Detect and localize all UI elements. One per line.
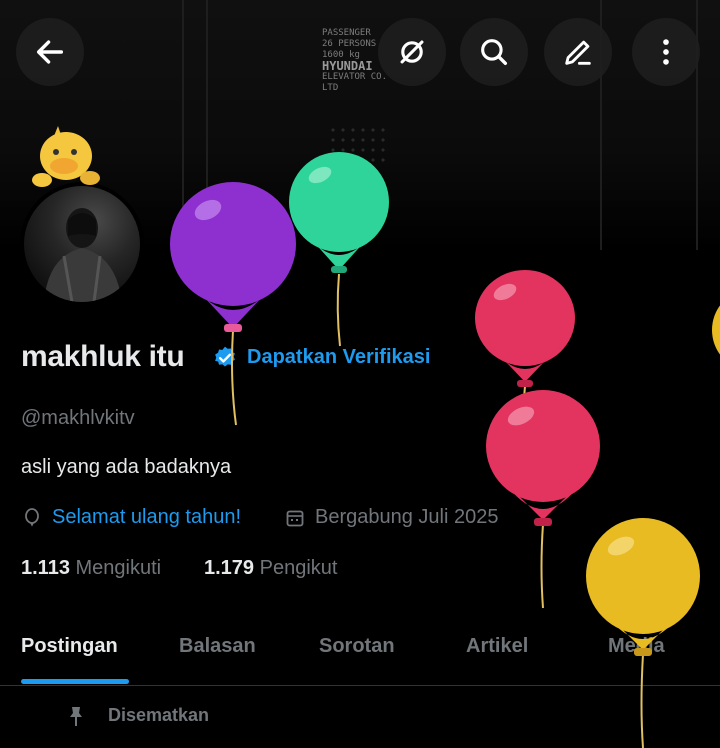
yellow-balloon xyxy=(712,305,720,355)
search-icon xyxy=(481,39,508,66)
tab-replies[interactable]: Balasan xyxy=(179,635,256,658)
avatar-photo xyxy=(24,186,140,302)
duck-sticker xyxy=(32,126,100,187)
following-stat[interactable]: 1.113 Mengikuti xyxy=(21,557,161,580)
tab-highlights[interactable]: Sorotan xyxy=(319,635,395,658)
tab-posts[interactable]: Postingan xyxy=(21,635,118,658)
red-balloon xyxy=(486,390,600,609)
pin-icon xyxy=(70,707,82,726)
profile-bio: asli yang ada badaknya xyxy=(21,456,232,478)
following-label: Mengikuti xyxy=(75,557,162,579)
pencil-icon xyxy=(565,40,591,65)
active-tab-indicator xyxy=(21,679,129,684)
more-vertical-icon xyxy=(663,39,669,65)
search-button[interactable] xyxy=(460,18,528,86)
green-balloon xyxy=(289,152,389,347)
back-button[interactable] xyxy=(16,18,84,86)
followers-stat[interactable]: 1.179 Pengikut xyxy=(204,557,337,580)
purple-balloon xyxy=(170,182,296,426)
calendar-icon xyxy=(286,510,304,527)
notification-button[interactable] xyxy=(378,18,446,86)
pinned-label: Disematkan xyxy=(108,705,210,725)
balloon-icon xyxy=(25,508,39,527)
arrow-left-icon xyxy=(36,40,64,64)
followers-count: 1.179 xyxy=(204,557,255,579)
joined-date: Bergabung Juli 2025 xyxy=(315,506,499,528)
following-count: 1.113 xyxy=(21,557,70,579)
yellow-balloon xyxy=(586,518,700,748)
more-button[interactable] xyxy=(632,18,700,86)
followers-label: Pengikut xyxy=(259,557,338,579)
avatar[interactable] xyxy=(20,182,144,306)
tab-articles[interactable]: Artikel xyxy=(466,635,528,658)
display-name: makhluk itu xyxy=(21,340,185,373)
notification-off-icon xyxy=(400,40,424,64)
username-handle: @makhlvkitv xyxy=(21,407,135,429)
edit-button[interactable] xyxy=(544,18,612,86)
birthday-link[interactable]: Selamat ulang tahun! xyxy=(52,506,241,529)
